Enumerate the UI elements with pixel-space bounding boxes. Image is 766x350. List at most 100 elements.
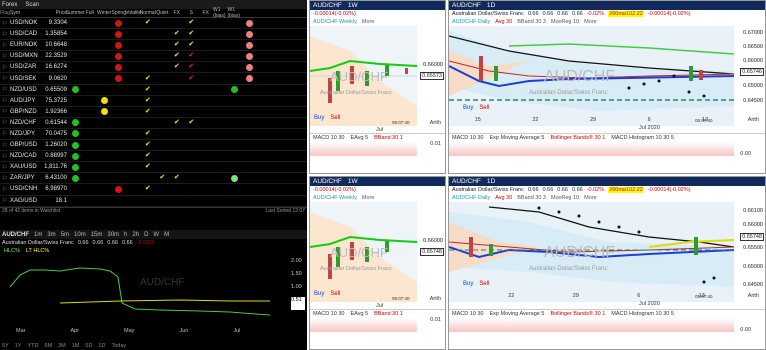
range-button[interactable]: 1M [72,343,80,349]
flag-icon[interactable]: ⚐ [0,86,10,93]
col-w1-bias[interactable]: W1 (bias) [213,7,228,19]
ind-macd[interactable]: MACD 10 30 [452,311,484,317]
tf-button[interactable]: 15m [91,232,103,238]
col-normal[interactable]: Normal [140,10,156,16]
tf-button[interactable]: 2h [132,232,139,238]
left-symbol[interactable]: AUD/CHF [2,232,29,238]
scale-arith[interactable]: Arith [430,120,441,126]
flag-icon[interactable]: ⚐ [0,186,10,193]
ind-macd-hist[interactable]: MACD Histogram 10 30 5 [611,311,674,317]
legend-movreg[interactable]: MovReg 10 [551,195,579,201]
ind-macd[interactable]: MACD 10 30 [452,135,484,141]
tf-button[interactable]: D [144,232,148,238]
ind-macd[interactable]: MACD 10 30 [313,135,345,141]
legend-bband[interactable]: BBand 30 3 [517,19,546,25]
more-link[interactable]: More [362,19,375,25]
tf-button[interactable]: W [153,232,159,238]
legend-daily[interactable]: AUD/CHF Daily [452,195,490,201]
table-row[interactable]: ⚐ USD/SEK 9.0620 ✔ ✔ [0,73,307,85]
sell-button[interactable]: Sell [330,115,340,121]
tf-button[interactable]: 5m [61,232,69,238]
legend-avg[interactable]: Avg 30 [495,19,512,25]
range-button[interactable]: 5D [85,343,92,349]
flag-icon[interactable]: ⚐ [0,130,10,137]
table-row[interactable]: ⚐ USD/ZAR 16.6274 ✔ ✔ [0,62,307,74]
table-row[interactable]: ⚐ ZAR/JPY 6.43100 ✔ ✔ [0,173,307,185]
scan-button[interactable]: Scan [25,2,39,8]
col-full[interactable]: Full [83,10,98,16]
weekly-chart[interactable]: AUD/CHF Australian Dollar/Swiss Franc [310,26,417,126]
more-link[interactable]: More [362,195,375,201]
table-row[interactable]: ⚐ XAG/USD 18.1 [0,196,307,207]
ind-bband[interactable]: BBand 30 1 [374,135,403,141]
panel-tf[interactable]: 1W [348,2,358,9]
table-row[interactable]: ⚐ USD/CAD 1.35854 ✔ ✔ [0,29,307,41]
range-button[interactable]: 5Y [2,343,9,349]
tf-button[interactable]: h [124,232,127,238]
ind-bband[interactable]: BBand 30 1 [374,311,403,317]
table-row[interactable]: ⚐ NZD/USD 0.65509 ✔ [0,85,307,96]
tf-button[interactable]: 30m [107,232,119,238]
table-row[interactable]: ⚐ USD/CNH 6.98970 ✔ [0,184,307,196]
daily-chart[interactable]: AUD/CHF Australian Dollar/Swiss Franc [449,202,734,302]
ind-macd-hist[interactable]: MACD Histogram 10 30 5 [611,135,674,141]
tf-button[interactable]: 1m [34,232,42,238]
legend-movreg[interactable]: MovReg 10 [551,19,579,25]
more-link[interactable]: More [584,19,597,25]
panel-tf[interactable]: 1W [348,178,358,185]
flag-icon[interactable]: ⚐ [0,142,10,149]
scale-arith[interactable]: Arith [748,293,759,299]
panel-tf[interactable]: 1D [487,2,495,9]
ind-eavg[interactable]: EAvg 5 [351,311,369,317]
buy-button[interactable]: Buy [314,115,324,121]
col-winter[interactable]: Winter [97,10,112,16]
panel-tf[interactable]: 1D [487,178,495,185]
col-fx[interactable]: FX [170,10,185,16]
flag-icon[interactable]: ⚐ [0,175,10,182]
table-row[interactable]: ⚐ GBP/NZD 1.92366 ✔ [0,107,307,118]
buy-button[interactable]: Buy [463,105,473,111]
legend-avg[interactable]: Avg 30 [495,195,512,201]
panel-symbol[interactable]: AUD/CHF [452,2,481,9]
range-button[interactable]: 1Y [15,343,22,349]
ind-bollinger[interactable]: Bollinger Bands® 30 1 [550,135,605,141]
table-row[interactable]: ⚐ GBP/USD 1.26020 ✔ [0,140,307,152]
left-chart-plot[interactable]: AUD/CHF [0,255,290,325]
flag-icon[interactable]: ⚐ [0,153,10,160]
flag-icon[interactable]: ⚐ [0,31,10,38]
col-sym[interactable]: Sym [10,10,40,16]
ind-macd[interactable]: MACD 10 30 [313,311,345,317]
flag-icon[interactable]: ⚐ [0,164,10,171]
col-s[interactable]: S [184,10,199,16]
buy-button[interactable]: Buy [463,281,473,287]
flag-icon[interactable]: ⚐ [0,20,10,27]
range-button[interactable]: 6M [44,343,52,349]
flag-icon[interactable]: ⚐ [0,75,10,82]
sell-button[interactable]: Sell [479,281,489,287]
col-quiet[interactable]: Quiet [155,10,170,16]
flag-icon[interactable]: ⚐ [0,119,10,126]
col-flag[interactable]: Flag [0,10,10,16]
flag-icon[interactable]: ⚐ [0,97,10,104]
col-spring[interactable]: Spring [112,10,127,16]
flag-icon[interactable]: ⚐ [0,64,10,71]
sell-button[interactable]: Sell [330,291,340,297]
col-price[interactable]: Price [40,10,68,16]
col-volatile[interactable]: Volatile [125,10,141,16]
flag-icon[interactable]: ⚐ [0,108,10,115]
col-w1-bias-2[interactable]: W1 (bias) [228,7,243,19]
sell-button[interactable]: Sell [479,105,489,111]
ind-ema[interactable]: Exp Moving Average 5 [490,311,545,317]
table-row[interactable]: ⚐ NZD/JPY 70.0475 ✔ [0,129,307,141]
scale-arith[interactable]: Arith [748,117,759,123]
tf-button[interactable]: M [164,232,169,238]
col-summer[interactable]: Summer [66,10,85,16]
more-link[interactable]: More [584,195,597,201]
tf-button[interactable]: 10m [74,232,86,238]
buy-button[interactable]: Buy [314,291,324,297]
legend-bband[interactable]: BBand 30 3 [517,195,546,201]
panel-symbol[interactable]: AUD/CHF [452,178,481,185]
legend-daily[interactable]: AUD/CHF Daily [452,19,490,25]
weekly-chart[interactable]: AUD/CHF Australian Dollar/Swiss Franc [310,202,417,302]
range-button[interactable]: 1D [98,343,105,349]
